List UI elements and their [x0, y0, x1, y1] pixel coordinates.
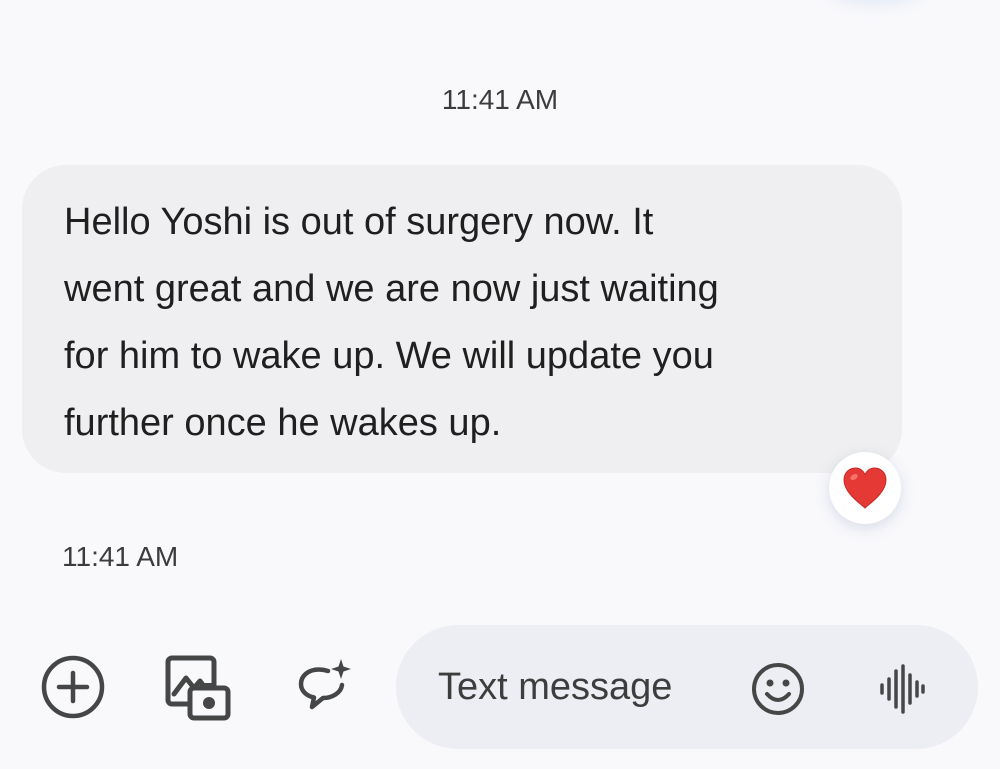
- top-shadow-decoration: [830, 0, 920, 6]
- emoji-button[interactable]: [748, 659, 808, 719]
- message-line-1: Hello Yoshi is out of surgery now. It: [64, 201, 654, 243]
- gallery-camera-button[interactable]: [162, 652, 232, 722]
- emoji-icon: [752, 663, 804, 715]
- heart-reaction[interactable]: [829, 452, 901, 524]
- message-line-3: for him to wake up. We will update you: [64, 335, 714, 377]
- text-message-input[interactable]: [438, 661, 728, 713]
- heart-icon: [843, 467, 887, 509]
- magic-compose-button[interactable]: [290, 652, 360, 722]
- add-button[interactable]: [38, 652, 108, 722]
- add-circle-icon: [41, 655, 105, 719]
- timestamp-top: 11:41 AM: [441, 84, 559, 115]
- message-composer: [396, 625, 978, 749]
- voice-message-button[interactable]: [872, 659, 932, 719]
- message-line-4: further once he wakes up.: [64, 402, 502, 444]
- gallery-camera-icon: [165, 655, 231, 721]
- timestamp-bottom: 11:41 AM: [62, 541, 179, 572]
- message-line-2: went great and we are now just waiting: [64, 268, 719, 310]
- sparkle-chat-icon: [298, 659, 351, 710]
- voice-waveform-icon: [880, 664, 925, 714]
- message-bubble[interactable]: Hello Yoshi is out of surgery now. It we…: [22, 165, 902, 473]
